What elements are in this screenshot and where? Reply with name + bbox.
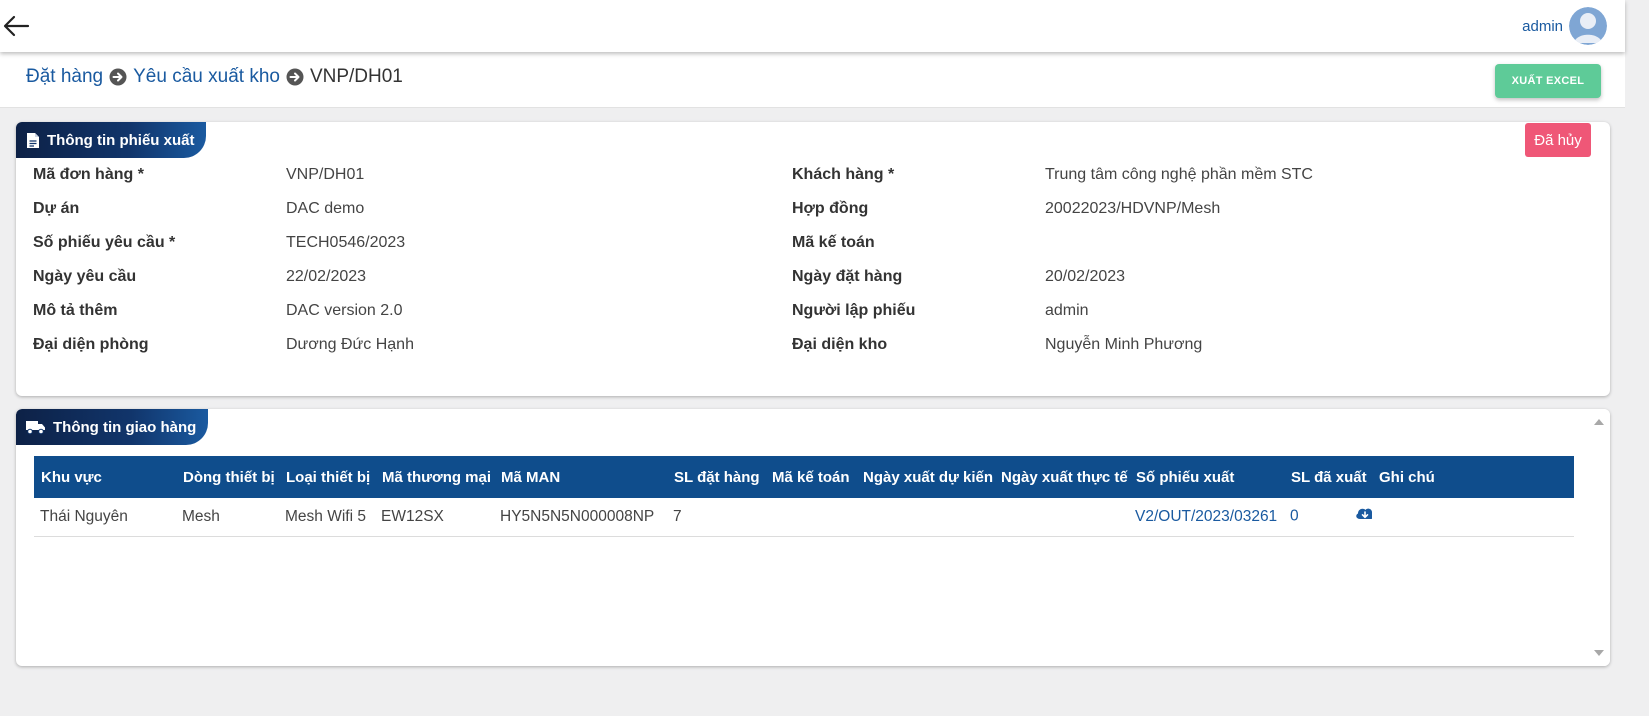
field-label: Đại diện phòng: [33, 336, 149, 353]
field-value: TECH0546/2023: [286, 234, 406, 251]
field-label: Số phiếu yêu cầu *: [33, 234, 176, 251]
field-label: Người lập phiếu: [792, 302, 916, 319]
field-label: Mã kế toán: [792, 234, 875, 251]
page-scrollbar[interactable]: [1625, 0, 1649, 716]
field-label: Khách hàng *: [792, 166, 895, 183]
cell-ma-ke-toan: [765, 498, 856, 537]
column-header[interactable]: Mã thương mại: [375, 456, 494, 498]
delivery-info-title: Thông tin giao hàng: [53, 418, 197, 436]
arrow-circle-right-icon: [109, 68, 127, 86]
field-value: 20022023/HDVNP/Mesh: [1045, 200, 1221, 217]
field-label: Hợp đồng: [792, 200, 869, 217]
field-label: Đại diện kho: [792, 336, 888, 353]
back-arrow-icon[interactable]: [2, 14, 30, 38]
field-label: Mã đơn hàng *: [33, 166, 144, 183]
delivery-table: Khu vực Dòng thiết bị Loại thiết bị Mã t…: [34, 456, 1574, 537]
breadcrumb-item-dat-hang[interactable]: Đặt hàng: [26, 66, 103, 88]
column-header[interactable]: Loại thiết bị: [279, 456, 375, 498]
export-info-card: Thông tin phiếu xuất Đã hủy Mã đơn hàng …: [16, 122, 1610, 396]
field-value: 20/02/2023: [1045, 268, 1126, 285]
cell-sl-dat-hang: 7: [667, 498, 765, 537]
column-header[interactable]: Khu vực: [34, 456, 176, 498]
column-header[interactable]: Mã MAN: [494, 456, 667, 498]
export-info-title: Thông tin phiếu xuất: [47, 131, 195, 149]
sl-da-xuat-value: 0: [1290, 507, 1299, 525]
field-value: 22/02/2023: [286, 268, 367, 285]
field-value: Nguyễn Minh Phương: [1045, 336, 1203, 353]
column-header[interactable]: SL đặt hàng: [667, 456, 765, 498]
arrow-circle-right-icon: [286, 68, 304, 86]
cell-ngay-xuat-thuc-te: [994, 498, 1129, 537]
cell-so-phieu-xuat-link[interactable]: V2/OUT/2023/03261: [1129, 498, 1284, 537]
breadcrumb: Đặt hàng Yêu cầu xuất kho VNP/DH01: [26, 66, 403, 88]
column-header[interactable]: Ghi chú: [1372, 456, 1574, 498]
cell-dong-thiet-bi: Mesh: [176, 498, 279, 537]
document-icon: [26, 132, 40, 149]
field-value: DAC version 2.0: [286, 302, 403, 319]
field-value: admin: [1045, 302, 1089, 319]
page-header: Đặt hàng Yêu cầu xuất kho VNP/DH01 XUẤT …: [0, 52, 1625, 108]
scroll-up-icon[interactable]: [1594, 419, 1604, 425]
cell-ma-man: HY5N5N5N000008NP: [494, 498, 667, 537]
cell-ghi-chu: [1372, 498, 1574, 537]
cell-loai-thiet-bi: Mesh Wifi 5: [279, 498, 375, 537]
export-info-tab: Thông tin phiếu xuất: [16, 122, 207, 158]
cloud-download-icon[interactable]: [1355, 506, 1372, 527]
breadcrumb-current: VNP/DH01: [309, 66, 403, 87]
user-name[interactable]: admin: [1522, 18, 1563, 35]
delivery-info-tab: Thông tin giao hàng: [16, 409, 209, 445]
status-badge: Đã hủy: [1525, 123, 1591, 157]
column-header[interactable]: Mã kế toán: [765, 456, 856, 498]
field-label: Dự án: [33, 200, 80, 217]
field-value: DAC demo: [286, 200, 365, 217]
cell-ngay-xuat-du-kien: [856, 498, 994, 537]
export-excel-button[interactable]: XUẤT EXCEL: [1495, 64, 1601, 98]
field-value: Dương Đức Hạnh: [286, 336, 414, 353]
vertical-scrollbar[interactable]: [1590, 409, 1610, 666]
field-label: Ngày đặt hàng: [792, 268, 903, 285]
user-avatar-icon[interactable]: [1569, 7, 1607, 45]
cell-khu-vuc: Thái Nguyên: [34, 498, 176, 537]
field-label: Mô tả thêm: [33, 302, 118, 319]
field-value: VNP/DH01: [286, 166, 365, 183]
field-label: Ngày yêu cầu: [33, 268, 137, 285]
delivery-info-card: Thông tin giao hàng Khu vực Dòng thiết b…: [16, 409, 1610, 666]
user-menu[interactable]: admin: [1522, 7, 1607, 45]
table-header-row: Khu vực Dòng thiết bị Loại thiết bị Mã t…: [34, 456, 1574, 498]
top-bar: admin: [0, 0, 1625, 52]
table-row: Thái Nguyên Mesh Mesh Wifi 5 EW12SX HY5N…: [34, 498, 1574, 537]
column-header[interactable]: Dòng thiết bị: [176, 456, 279, 498]
cell-sl-da-xuat: 0: [1284, 498, 1372, 537]
column-header[interactable]: Số phiếu xuất: [1129, 456, 1284, 498]
breadcrumb-item-yeu-cau-xuat-kho[interactable]: Yêu cầu xuất kho: [133, 66, 280, 88]
column-header[interactable]: Ngày xuất thực tế: [994, 456, 1129, 498]
column-header[interactable]: SL đã xuất: [1284, 456, 1372, 498]
truck-icon: [26, 419, 46, 435]
scroll-down-icon[interactable]: [1594, 650, 1604, 656]
cell-ma-thuong-mai: EW12SX: [375, 498, 494, 537]
field-value: Trung tâm công nghệ phần mềm STC: [1045, 166, 1313, 183]
column-header[interactable]: Ngày xuất dự kiến: [856, 456, 994, 498]
